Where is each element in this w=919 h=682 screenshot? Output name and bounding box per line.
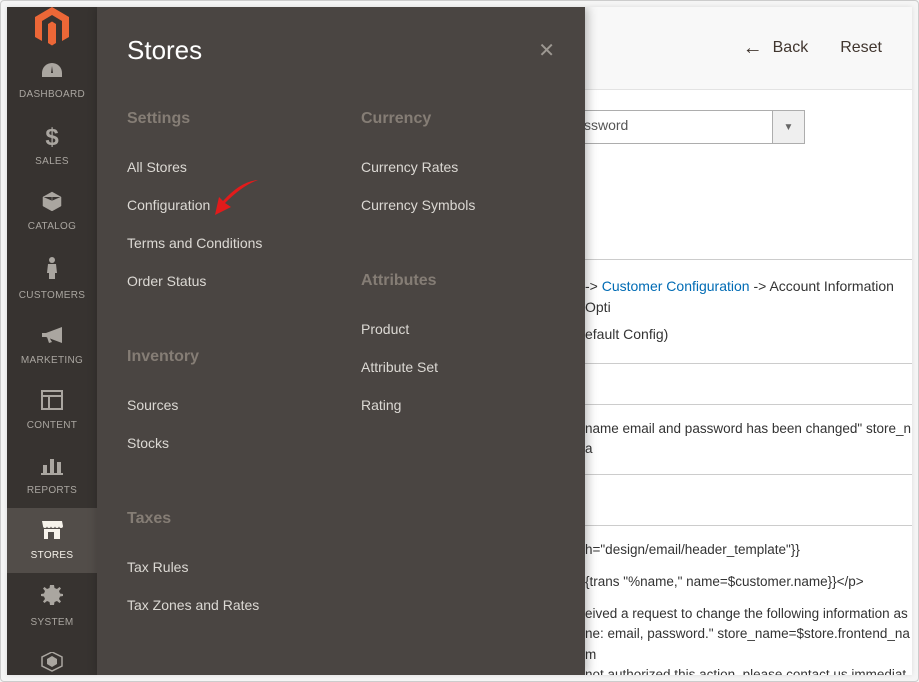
nav-label: CONTENT: [27, 420, 77, 431]
arrow-left-icon: ←: [743, 37, 763, 60]
template-select-value[interactable]: ssword: [573, 110, 773, 144]
breadcrumb-link[interactable]: Customer Configuration: [602, 278, 750, 294]
megaphone-icon: [40, 325, 64, 351]
link-attribute-set[interactable]: Attribute Set: [361, 348, 555, 386]
layout-icon: [41, 390, 63, 416]
section-inventory: Inventory: [127, 348, 321, 366]
link-sources[interactable]: Sources: [127, 386, 321, 424]
nav-customers[interactable]: CUSTOMERS: [7, 244, 97, 313]
template-line: ne: email, password." store_name=$store.…: [585, 624, 912, 665]
link-product[interactable]: Product: [361, 310, 555, 348]
breadcrumb-prefix: ->: [585, 278, 602, 294]
content-area: ← Back Reset ssword ▼ -> Customer Config…: [585, 7, 912, 675]
nav-label: MARKETING: [21, 355, 83, 366]
subject-value: name email and password has been changed…: [585, 405, 912, 474]
back-button[interactable]: ← Back: [743, 37, 809, 60]
nav-label: CATALOG: [28, 221, 76, 232]
link-currency-rates[interactable]: Currency Rates: [361, 148, 555, 186]
template-select[interactable]: ssword ▼: [573, 110, 912, 144]
section-taxes: Taxes: [127, 510, 321, 528]
link-tax-rules[interactable]: Tax Rules: [127, 548, 321, 586]
magento-logo[interactable]: [7, 7, 97, 47]
flyout-title: Stores: [127, 35, 202, 66]
link-terms[interactable]: Terms and Conditions: [127, 224, 321, 262]
link-tax-zones[interactable]: Tax Zones and Rates: [127, 586, 321, 624]
nav-label: REPORTS: [27, 485, 77, 496]
nav-label: SALES: [35, 156, 69, 167]
dollar-icon: $: [45, 124, 58, 152]
nav-stores[interactable]: STORES: [7, 508, 97, 573]
close-icon[interactable]: ✕: [538, 38, 555, 63]
partners-icon: [40, 652, 64, 675]
link-all-stores[interactable]: All Stores: [127, 148, 321, 186]
template-line: h="design/email/header_template"}}: [585, 526, 912, 562]
nav-catalog[interactable]: CATALOG: [7, 179, 97, 244]
nav-sales[interactable]: $ SALES: [7, 112, 97, 179]
section-settings: Settings: [127, 110, 321, 128]
nav-label: DASHBOARD: [19, 89, 85, 100]
stores-flyout: Stores ✕ Settings All Stores Configurati…: [97, 7, 585, 675]
link-order-status[interactable]: Order Status: [127, 262, 321, 300]
breadcrumb-line2: efault Config): [585, 324, 912, 351]
box-icon: [41, 191, 63, 217]
reset-button[interactable]: Reset: [840, 39, 882, 57]
template-line: eived a request to change the following …: [585, 594, 912, 624]
bars-icon: [41, 455, 63, 481]
link-stocks[interactable]: Stocks: [127, 424, 321, 462]
template-line: {trans "%name," name=$customer.name}}</p…: [585, 562, 912, 594]
section-currency: Currency: [361, 110, 555, 128]
nav-system[interactable]: SYSTEM: [7, 573, 97, 640]
nav-label: STORES: [31, 550, 74, 561]
flyout-col-left: Settings All Stores Configuration Terms …: [107, 86, 341, 624]
chevron-down-icon[interactable]: ▼: [773, 110, 805, 144]
store-icon: [40, 520, 64, 546]
nav-content[interactable]: CONTENT: [7, 378, 97, 443]
nav-dashboard[interactable]: DASHBOARD: [7, 47, 97, 112]
admin-sidebar: DASHBOARD $ SALES CATALOG CUSTOMERS MARK…: [7, 7, 97, 675]
nav-label: CUSTOMERS: [19, 290, 85, 301]
breadcrumb: -> Customer Configuration -> Account Inf…: [585, 260, 912, 324]
gear-icon: [41, 585, 63, 613]
content-header: ← Back Reset: [585, 7, 912, 90]
nav-partners[interactable]: FIND PARTNERS & EXTENSIONS: [7, 640, 97, 675]
nav-label: SYSTEM: [31, 617, 74, 628]
template-line: not authorized this action, please conta…: [585, 665, 912, 675]
section-attributes: Attributes: [361, 272, 555, 290]
link-currency-symbols[interactable]: Currency Symbols: [361, 186, 555, 224]
link-rating[interactable]: Rating: [361, 386, 555, 424]
person-icon: [45, 256, 59, 286]
link-configuration[interactable]: Configuration: [127, 186, 321, 224]
nav-reports[interactable]: REPORTS: [7, 443, 97, 508]
flyout-col-right: Currency Currency Rates Currency Symbols…: [341, 86, 575, 624]
back-label: Back: [773, 39, 809, 57]
dashboard-icon: [40, 59, 64, 85]
nav-marketing[interactable]: MARKETING: [7, 313, 97, 378]
